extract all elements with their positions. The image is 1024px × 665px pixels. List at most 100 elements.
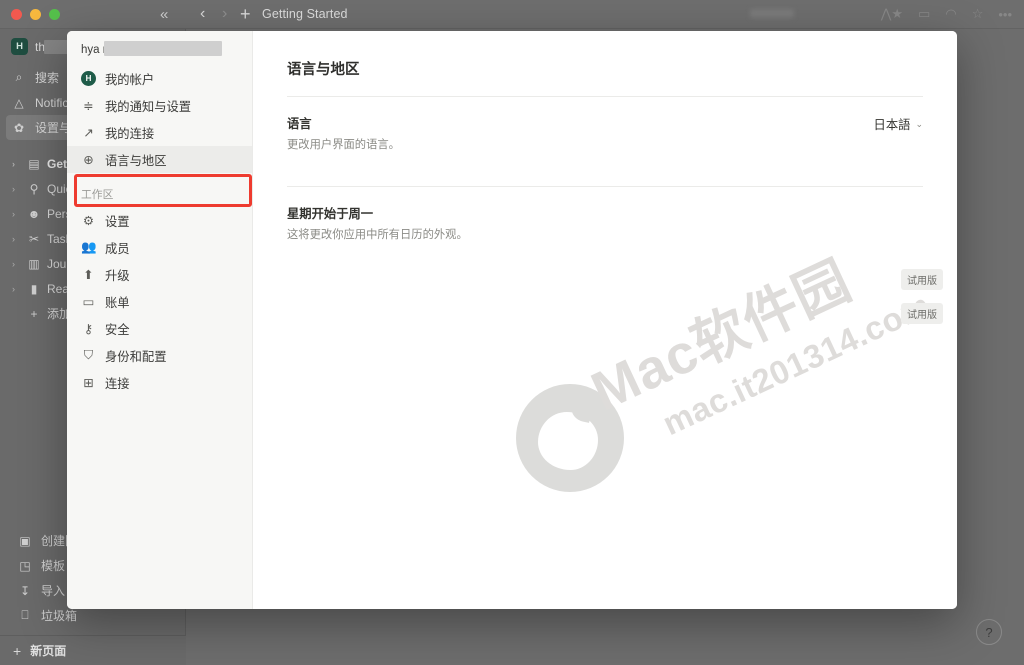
settings-item-upgrade[interactable]: ⬆ 升级 [67,261,252,288]
setting-label: 星期开始于周一 [287,207,374,221]
chevron-right-icon[interactable]: › [12,184,21,194]
language-select-value: 日本語 [873,118,911,132]
settings-item-label: 账单 [105,295,130,310]
notebook-icon: ▮ [30,281,38,296]
star-icon[interactable]: ☆ [972,6,984,22]
comment-icon[interactable]: ▭ [918,6,930,22]
setting-text: 星期开始于周一 这将更改你应用中所有日历的外观。 [287,204,923,242]
settings-item-my-account[interactable]: H 我的帐户 [67,65,252,92]
chevron-right-icon[interactable]: › [12,259,21,269]
settings-item-billing[interactable]: ▭ 账单 [67,288,252,315]
redacted-email [104,41,222,56]
redacted-title-blur [750,9,794,18]
settings-modal: hya mail.com H 我的帐户 ≑ 我的通知与设置 ↗ 我的连接 ⊕ 语… [67,31,957,609]
trial-badge: 试用版 [901,303,943,324]
settings-sidebar: hya mail.com H 我的帐户 ≑ 我的通知与设置 ↗ 我的连接 ⊕ 语… [67,31,253,609]
gear-icon: ⚙ [82,214,95,228]
settings-item-label: 我的通知与设置 [105,99,192,114]
nav-back-icon[interactable]: ‹ [200,5,205,23]
new-page-label: 新页面 [30,644,67,658]
grid-icon: ⊞ [83,376,94,390]
settings-item-workspace-settings[interactable]: ⚙ 设置 [67,207,252,234]
sidebar-item-label: 搜索 [35,71,60,85]
chevron-down-icon: ⌄ [915,118,923,129]
nav-forward-icon[interactable]: › [222,5,227,23]
setting-description: 这将更改你应用中所有日历的外观。 [287,229,468,241]
gear-icon: ✿ [13,120,25,135]
settings-item-my-connections[interactable]: ↗ 我的连接 [67,119,252,146]
minimize-window-button[interactable] [30,9,41,20]
share-icon[interactable]: ⋀★ [881,6,903,22]
title-bar: « ‹ › + Getting Started ⋀★ ▭ ◠ ☆ ••• [0,0,1024,29]
key-icon: ⚷ [83,322,94,336]
apple-logo-icon [516,384,624,492]
more-icon[interactable]: ••• [998,7,1012,22]
settings-item-security[interactable]: ⚷ 安全 [67,315,252,342]
shield-icon: ⛉ [83,348,94,362]
language-select[interactable]: 日本語 ⌄ [874,114,923,133]
settings-item-members[interactable]: 👥 成员 [67,234,252,261]
new-page-bar[interactable]: + 新页面 [0,635,186,665]
settings-item-label: 升级 [105,268,130,283]
close-window-button[interactable] [11,9,22,20]
book-icon: ▥ [28,256,40,271]
link-external-icon: ↗ [83,126,94,140]
settings-item-label: 身份和配置 [105,349,167,364]
toolbar-actions[interactable]: ⋀★ ▭ ◠ ☆ ••• [881,6,1012,22]
trial-badge: 试用版 [901,269,943,290]
document-icon: ▤ [28,156,40,171]
settings-item-label: 成员 [105,241,130,256]
trash-icon: ⎕ [21,608,29,622]
bell-icon: △ [14,95,24,110]
chevron-right-icon[interactable]: › [12,159,21,169]
settings-section-workspace: 工作区 [81,189,114,201]
pin-icon: ⚲ [29,181,39,196]
sliders-icon: ≑ [83,99,94,113]
account-email: hya mail.com [67,41,252,65]
settings-item-connections[interactable]: ⊞ 连接 [67,369,252,396]
maximize-window-button[interactable] [49,9,60,20]
chevron-right-icon[interactable]: › [12,234,21,244]
tab-title[interactable]: Getting Started [262,7,348,21]
globe-icon: ⊕ [83,153,94,167]
search-icon: ⌕ [15,70,23,84]
account-avatar-icon: H [81,71,96,86]
settings-item-identity[interactable]: ⛉ 身份和配置 [67,342,252,369]
new-tab-icon[interactable]: + [240,4,251,25]
settings-item-label: 连接 [105,376,130,391]
watermark-line2: mac.it201314.com [656,285,936,443]
sidebar-item-label: 设置与 [35,121,72,135]
settings-item-label: 我的连接 [105,126,155,141]
settings-item-label: 我的帐户 [105,72,155,87]
app-window: « ‹ › + Getting Started ⋀★ ▭ ◠ ☆ ••• H t… [0,0,1024,665]
chevron-right-icon[interactable]: › [12,284,21,294]
sidebar-item-label: Notific [35,95,69,110]
members-icon: 👥 [81,240,97,254]
template-icon: ◳ [19,558,31,573]
setting-row-language: 语言 更改用户界面的语言。 日本語 ⌄ [287,97,923,169]
upgrade-icon: ⬆ [83,268,94,282]
chevron-right-icon[interactable]: › [12,209,21,219]
clock-icon[interactable]: ◠ [945,6,956,22]
collapse-sidebar-icon[interactable]: « [160,6,168,24]
settings-item-label: 语言与地区 [105,153,167,168]
person-icon: ☻ [27,206,41,221]
settings-item-language-region[interactable]: ⊕ 语言与地区 [67,146,252,173]
settings-panel: 语言与地区 语言 更改用户界面的语言。 日本語 ⌄ 星期开始于周一 这将更改你应… [253,31,957,259]
import-icon: ↧ [19,583,31,598]
traffic-lights[interactable] [11,9,60,20]
help-button[interactable]: ? [976,619,1002,645]
plus-icon: + [30,306,38,321]
setting-label: 语言 [287,117,312,131]
page-title: 语言与地区 [287,62,360,78]
settings-item-notifications[interactable]: ≑ 我的通知与设置 [67,92,252,119]
team-icon: ▣ [19,533,31,548]
setting-description: 更改用户界面的语言。 [287,139,400,151]
plus-icon: + [13,642,22,659]
workspace-avatar: H [11,38,28,55]
scissors-icon: ✂ [28,231,40,246]
sidebar-item-label: 导入 [41,584,66,598]
settings-item-label: 设置 [105,214,130,229]
settings-content: Mac软件园 mac.it201314.com 语言与地区 语言 更改用户界面的… [253,31,957,609]
watermark: Mac软件园 mac.it201314.com [508,236,957,526]
